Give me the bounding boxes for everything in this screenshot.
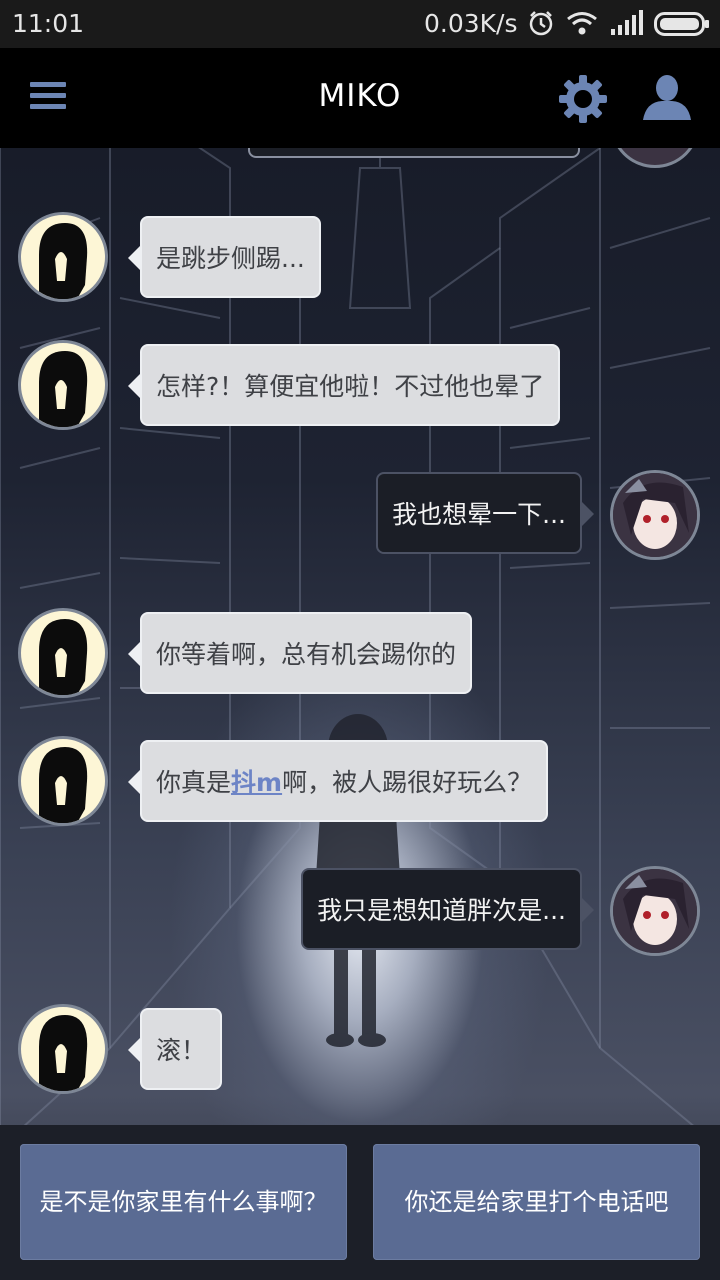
message-bubble-incoming: 你真是抖m啊，被人踢很好玩么？ bbox=[127, 740, 549, 822]
message-text: 啊，被人踢很好玩么？ bbox=[282, 768, 533, 797]
previous-message-bubble-cut bbox=[248, 148, 580, 158]
settings-icon[interactable] bbox=[558, 74, 608, 124]
miko-avatar[interactable] bbox=[18, 212, 108, 302]
signal-icon bbox=[610, 10, 644, 42]
reply-choice-button[interactable]: 是不是你家里有什么事啊？ bbox=[20, 1144, 347, 1260]
message-text: 你真是 bbox=[156, 768, 232, 797]
profile-icon[interactable] bbox=[640, 74, 694, 124]
message-bubble-incoming: 滚！ bbox=[127, 1008, 223, 1090]
user-avatar[interactable] bbox=[610, 866, 700, 956]
status-time: 11:01 bbox=[12, 9, 85, 38]
message-bubble-incoming: 怎样?！算便宜他啦！不过他也晕了 bbox=[127, 344, 561, 426]
message-bubble-incoming: 你等着啊，总有机会踢你的 bbox=[127, 612, 473, 694]
network-speed: 0.03K/s bbox=[424, 9, 518, 38]
chat-message-list[interactable]: 是跳步侧踢... 怎样?！算便宜他啦！不过他也晕了 我也想晕一下... 你等着啊… bbox=[0, 148, 720, 1125]
miko-avatar[interactable] bbox=[18, 1004, 108, 1094]
miko-avatar[interactable] bbox=[18, 736, 108, 826]
battery-icon bbox=[654, 12, 710, 42]
status-bar: 11:01 0.03K/s bbox=[0, 0, 720, 48]
reply-choice-button[interactable]: 你还是给家里打个电话吧 bbox=[373, 1144, 700, 1260]
miko-avatar[interactable] bbox=[18, 608, 108, 698]
alarm-icon bbox=[528, 10, 554, 42]
page-title: MIKO bbox=[318, 78, 402, 114]
miko-avatar[interactable] bbox=[18, 340, 108, 430]
user-avatar[interactable] bbox=[610, 470, 700, 560]
user-avatar-partial bbox=[610, 148, 700, 168]
message-bubble-incoming: 是跳步侧踢... bbox=[128, 216, 321, 298]
message-bubble-outgoing: 我也想晕一下... bbox=[376, 472, 594, 554]
wifi-icon bbox=[566, 10, 598, 42]
message-bubble-outgoing: 我只是想知道胖次是... bbox=[301, 868, 594, 950]
app-header: MIKO bbox=[0, 48, 720, 148]
reply-choices: 是不是你家里有什么事啊？ 你还是给家里打个电话吧 bbox=[0, 1125, 720, 1280]
keyword-link[interactable]: 抖m bbox=[231, 768, 282, 797]
